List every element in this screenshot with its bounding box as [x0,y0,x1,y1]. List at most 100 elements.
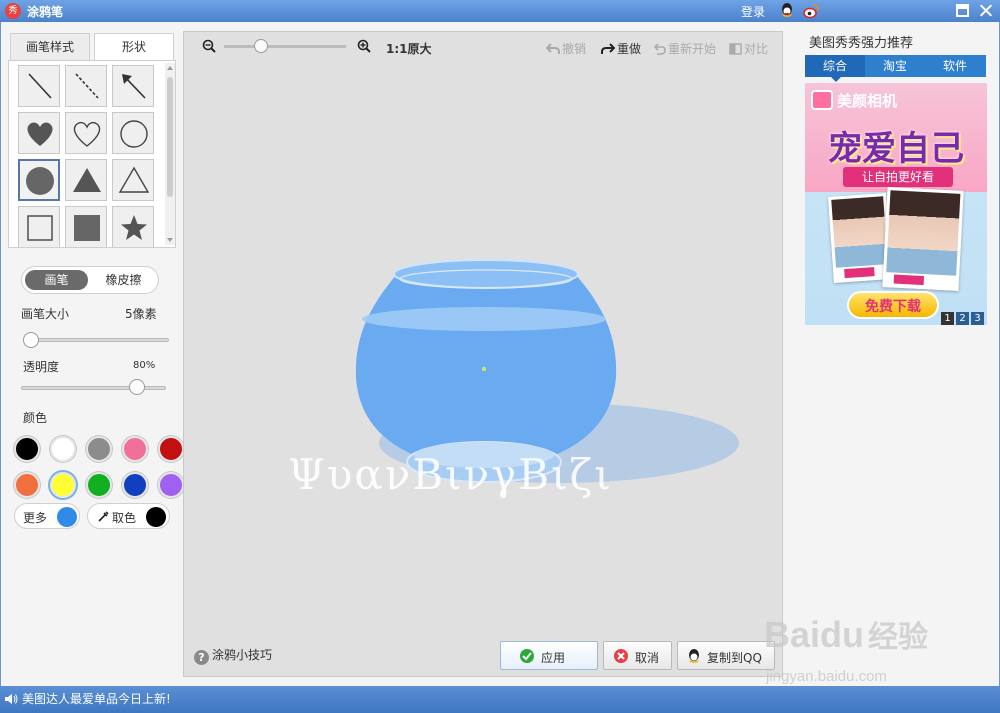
fishbowl-image [355,259,739,483]
ad-subtitle: 让自拍更好看 [843,167,953,187]
color-swatch[interactable] [158,436,184,462]
qq-icon[interactable] [779,2,795,19]
color-swatch[interactable] [14,472,40,498]
ad-download-button[interactable]: 免费下载 [847,291,939,319]
canvas-toolbar: 1:1原大 撤销 重做 重新开始 对比 [184,32,782,62]
pen-mode-button[interactable]: 画笔 [25,270,88,290]
undo-label: 撤销 [562,42,587,56]
color-swatch[interactable] [50,472,76,498]
title-bar: 秀 涂鸦笔 登录 [0,0,1000,22]
baidu-jingyan-text: 经验 [868,621,929,654]
tab-software[interactable]: 软件 [925,55,985,77]
maximize-button[interactable] [956,4,969,17]
color-picker-button[interactable]: 取色 [87,503,170,529]
picked-color-dot [146,507,166,527]
compare-icon [729,43,742,55]
weibo-icon[interactable] [803,3,819,19]
brush-size-slider-knob[interactable] [22,332,39,348]
status-message[interactable]: 美图达人最爱单品今日上新! [22,690,171,707]
brush-size-label: 画笔大小 [21,307,70,321]
shape-triangle-outline[interactable] [112,159,154,201]
color-swatch[interactable] [122,472,148,498]
ad-page-2[interactable]: 2 [956,312,969,325]
scroll-down-icon[interactable] [167,238,173,242]
recommend-tabs: 综合 淘宝 软件 [805,55,986,82]
ad-page-1[interactable]: 1 [941,312,954,325]
tab-general[interactable]: 综合 [805,55,865,82]
baidu-url: jingyan.baidu.com [766,668,887,685]
scroll-up-icon[interactable] [167,66,173,70]
shape-dashed-line[interactable] [65,65,107,107]
ad-brand-label: 美颜相机 [837,92,898,110]
login-link[interactable]: 登录 [741,3,765,20]
redo-button[interactable]: 重做 [601,40,641,57]
eraser-mode-button[interactable]: 橡皮擦 [92,270,155,290]
current-color-dot [57,507,77,527]
main-body: 画笔样式 形状 画笔 橡皮擦 画笔大小 5像素 透明度 80% 颜色 更多 取色… [0,22,1000,686]
cancel-label: 取消 [635,651,660,665]
canvas-area[interactable]: 1:1原大 撤销 重做 重新开始 对比 ΨυανΒινγΒιζι ? 涂鸦小技巧… [183,31,783,677]
compare-label: 对比 [744,42,769,56]
color-swatch[interactable] [86,436,112,462]
shape-circle-filled[interactable] [18,159,60,201]
color-picker-label: 取色 [112,511,137,525]
zoom-out-icon[interactable] [202,39,216,53]
scroll-thumb[interactable] [167,77,173,197]
shape-triangle-filled[interactable] [65,159,107,201]
status-bar: 美图达人最爱单品今日上新! [0,686,1000,713]
copy-to-qq-label: 复制到QQ [707,651,762,665]
heart-outline-icon [73,121,101,147]
color-swatch[interactable] [86,472,112,498]
zoom-slider[interactable] [224,45,346,48]
opacity-slider-knob[interactable] [129,379,145,395]
compare-button[interactable]: 对比 [729,40,768,57]
camera-app-icon [811,90,833,110]
shape-arrow[interactable] [112,65,154,107]
close-button[interactable] [979,4,992,17]
shape-square-filled[interactable] [65,206,107,247]
shape-heart-outline[interactable] [65,112,107,154]
shape-grid-scrollbar[interactable] [165,63,175,245]
arrow-icon [122,74,146,99]
restart-label: 重新开始 [668,42,717,56]
star-filled-icon [121,215,147,240]
undo-button[interactable]: 撤销 [546,40,586,57]
brush-size-slider[interactable] [23,338,169,342]
circle-outline-icon [120,120,148,148]
shape-grid [8,60,176,248]
help-icon: ? [194,650,209,665]
shape-star-filled[interactable] [112,206,154,247]
tab-shape[interactable]: 形状 [94,33,174,61]
more-colors-button[interactable]: 更多 [14,503,80,529]
square-filled-icon [74,215,100,241]
apply-button[interactable]: 应用 [500,641,598,670]
shape-line[interactable] [18,65,60,107]
restart-button[interactable]: 重新开始 [654,40,716,57]
restart-icon [654,43,666,55]
ad-page-3[interactable]: 3 [971,312,984,325]
ad-banner[interactable]: 美颜相机 宠爱自己 让自拍更好看 免费下载 1 2 3 [805,83,987,325]
line-icon [28,73,52,99]
triangle-filled-icon [73,168,101,192]
zoom-slider-knob[interactable] [253,39,268,53]
app-logo-icon: 秀 [5,3,21,19]
redo-icon [601,43,615,54]
ad-brand: 美颜相机 [811,90,897,111]
square-outline-icon [27,215,53,241]
tab-brush-style[interactable]: 画笔样式 [10,33,90,61]
tab-taobao[interactable]: 淘宝 [865,55,925,77]
tips-link[interactable]: ? 涂鸦小技巧 [194,646,272,665]
color-swatch[interactable] [50,436,76,462]
color-swatch[interactable] [14,436,40,462]
speaker-icon [5,694,18,704]
color-swatch[interactable] [122,436,148,462]
shape-circle-outline[interactable] [112,112,154,154]
shape-heart-filled[interactable] [18,112,60,154]
qq-penguin-icon [689,649,699,663]
shape-square-outline[interactable] [18,206,60,247]
cancel-button[interactable]: 取消 [603,641,672,670]
copy-to-qq-button[interactable]: 复制到QQ [677,641,775,670]
zoom-in-icon[interactable] [357,39,371,53]
zoom-actual-size[interactable]: 1:1原大 [386,40,432,57]
color-swatch[interactable] [158,472,184,498]
